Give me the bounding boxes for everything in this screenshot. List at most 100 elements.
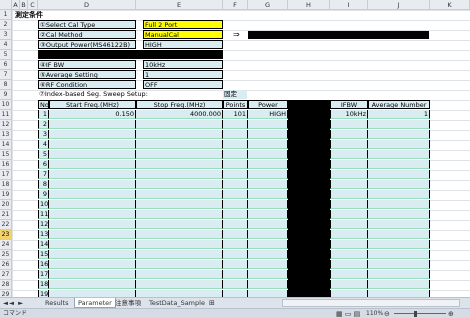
points-cell[interactable] — [223, 230, 248, 239]
ifbw-cell[interactable]: 10kHz — [330, 110, 368, 119]
start-freq-cell[interactable] — [49, 120, 136, 129]
power-cell[interactable] — [248, 270, 288, 279]
average-setting-value[interactable]: 1 — [143, 70, 223, 79]
column-header-f[interactable]: F — [223, 0, 248, 10]
average-number-cell[interactable] — [368, 260, 430, 269]
average-number-cell[interactable]: 1 — [368, 110, 430, 119]
cal-method-label[interactable]: ②Cal Method — [38, 30, 136, 39]
points-cell[interactable] — [223, 250, 248, 259]
ifbw-cell[interactable] — [330, 250, 368, 259]
average-number-cell[interactable] — [368, 270, 430, 279]
start-freq-cell[interactable] — [49, 250, 136, 259]
power-cell[interactable] — [248, 220, 288, 229]
points-cell[interactable] — [223, 160, 248, 169]
stop-freq-cell[interactable] — [136, 140, 223, 149]
stop-freq-cell[interactable] — [136, 260, 223, 269]
points-cell[interactable] — [223, 120, 248, 129]
row-header[interactable]: 8 — [0, 80, 12, 90]
tab-notes[interactable]: 注意事項 — [112, 298, 144, 308]
stop-freq-cell[interactable] — [136, 230, 223, 239]
power-cell[interactable] — [248, 170, 288, 179]
stop-freq-cell[interactable] — [136, 270, 223, 279]
points-cell[interactable] — [223, 280, 248, 289]
row-header[interactable]: 7 — [0, 70, 12, 80]
stop-freq-cell[interactable] — [136, 190, 223, 199]
stop-freq-cell[interactable] — [136, 240, 223, 249]
row-header[interactable]: 18 — [0, 180, 12, 190]
ifbw-cell[interactable] — [330, 210, 368, 219]
stop-freq-cell[interactable] — [136, 220, 223, 229]
start-freq-cell[interactable] — [49, 200, 136, 209]
power-cell[interactable] — [248, 280, 288, 289]
average-number-cell[interactable] — [368, 230, 430, 239]
tab-results[interactable]: Results — [42, 298, 71, 308]
average-number-cell[interactable] — [368, 120, 430, 129]
zoom-level[interactable]: 110% — [366, 309, 383, 318]
start-freq-cell[interactable] — [49, 140, 136, 149]
cal-method-value[interactable]: ManualCal — [143, 30, 223, 39]
row-header[interactable]: 14 — [0, 140, 12, 150]
power-cell[interactable] — [248, 240, 288, 249]
ifbw-cell[interactable] — [330, 130, 368, 139]
column-header-e[interactable]: E — [136, 0, 223, 10]
zoom-in-icon[interactable]: ⊕ — [448, 309, 454, 318]
ifbw-cell[interactable] — [330, 200, 368, 209]
power-cell[interactable] — [248, 130, 288, 139]
start-freq-cell[interactable] — [49, 260, 136, 269]
rf-condition-value[interactable]: OFF — [143, 80, 223, 89]
ifbw-cell[interactable] — [330, 260, 368, 269]
start-freq-cell[interactable] — [49, 240, 136, 249]
average-number-cell[interactable] — [368, 150, 430, 159]
start-freq-cell[interactable] — [49, 180, 136, 189]
points-cell[interactable] — [223, 210, 248, 219]
average-number-cell[interactable] — [368, 180, 430, 189]
stop-freq-cell[interactable] — [136, 210, 223, 219]
average-number-cell[interactable] — [368, 210, 430, 219]
points-cell[interactable] — [223, 170, 248, 179]
row-header[interactable]: 23 — [0, 230, 12, 240]
column-header-b[interactable]: B — [20, 0, 28, 10]
points-cell[interactable] — [223, 220, 248, 229]
stop-freq-cell[interactable] — [136, 120, 223, 129]
tab-testdata-sample[interactable]: TestData_Sample — [146, 298, 208, 308]
start-freq-cell[interactable] — [49, 130, 136, 139]
tab-parameter[interactable]: Parameter — [74, 298, 116, 308]
column-header-g[interactable]: G — [248, 0, 288, 10]
row-header[interactable]: 15 — [0, 150, 12, 160]
select-cal-type-value[interactable]: Full 2 Port — [143, 20, 223, 29]
stop-freq-cell[interactable] — [136, 170, 223, 179]
ifbw-cell[interactable] — [330, 270, 368, 279]
start-freq-cell[interactable]: 0.150 — [49, 110, 136, 119]
points-cell[interactable] — [223, 190, 248, 199]
power-cell[interactable] — [248, 160, 288, 169]
start-freq-cell[interactable] — [49, 190, 136, 199]
average-number-cell[interactable] — [368, 280, 430, 289]
points-cell[interactable] — [223, 270, 248, 279]
column-header-d[interactable]: D — [38, 0, 136, 10]
ifbw-cell[interactable] — [330, 180, 368, 189]
power-cell[interactable] — [248, 200, 288, 209]
stop-freq-cell[interactable]: 4000.000 — [136, 110, 223, 119]
row-header[interactable]: 3 — [0, 30, 12, 40]
row-header[interactable]: 24 — [0, 240, 12, 250]
if-bw-label[interactable]: ④IF BW — [38, 60, 136, 69]
stop-freq-cell[interactable] — [136, 200, 223, 209]
power-cell[interactable] — [248, 250, 288, 259]
row-header[interactable]: 10 — [0, 100, 12, 110]
row-header[interactable]: 1 — [0, 10, 12, 20]
ifbw-cell[interactable] — [330, 120, 368, 129]
row-header[interactable]: 11 — [0, 110, 12, 120]
row-header[interactable]: 13 — [0, 130, 12, 140]
ifbw-cell[interactable] — [330, 160, 368, 169]
row-header[interactable]: 5 — [0, 50, 12, 60]
stop-freq-cell[interactable] — [136, 150, 223, 159]
row-header[interactable]: 28 — [0, 280, 12, 290]
points-cell[interactable] — [223, 140, 248, 149]
ifbw-cell[interactable] — [330, 220, 368, 229]
ifbw-cell[interactable] — [330, 150, 368, 159]
row-header[interactable]: 20 — [0, 200, 12, 210]
column-header-a[interactable]: A — [12, 0, 20, 10]
column-header-i[interactable]: I — [330, 0, 368, 10]
start-freq-cell[interactable] — [49, 160, 136, 169]
row-header[interactable]: 27 — [0, 270, 12, 280]
